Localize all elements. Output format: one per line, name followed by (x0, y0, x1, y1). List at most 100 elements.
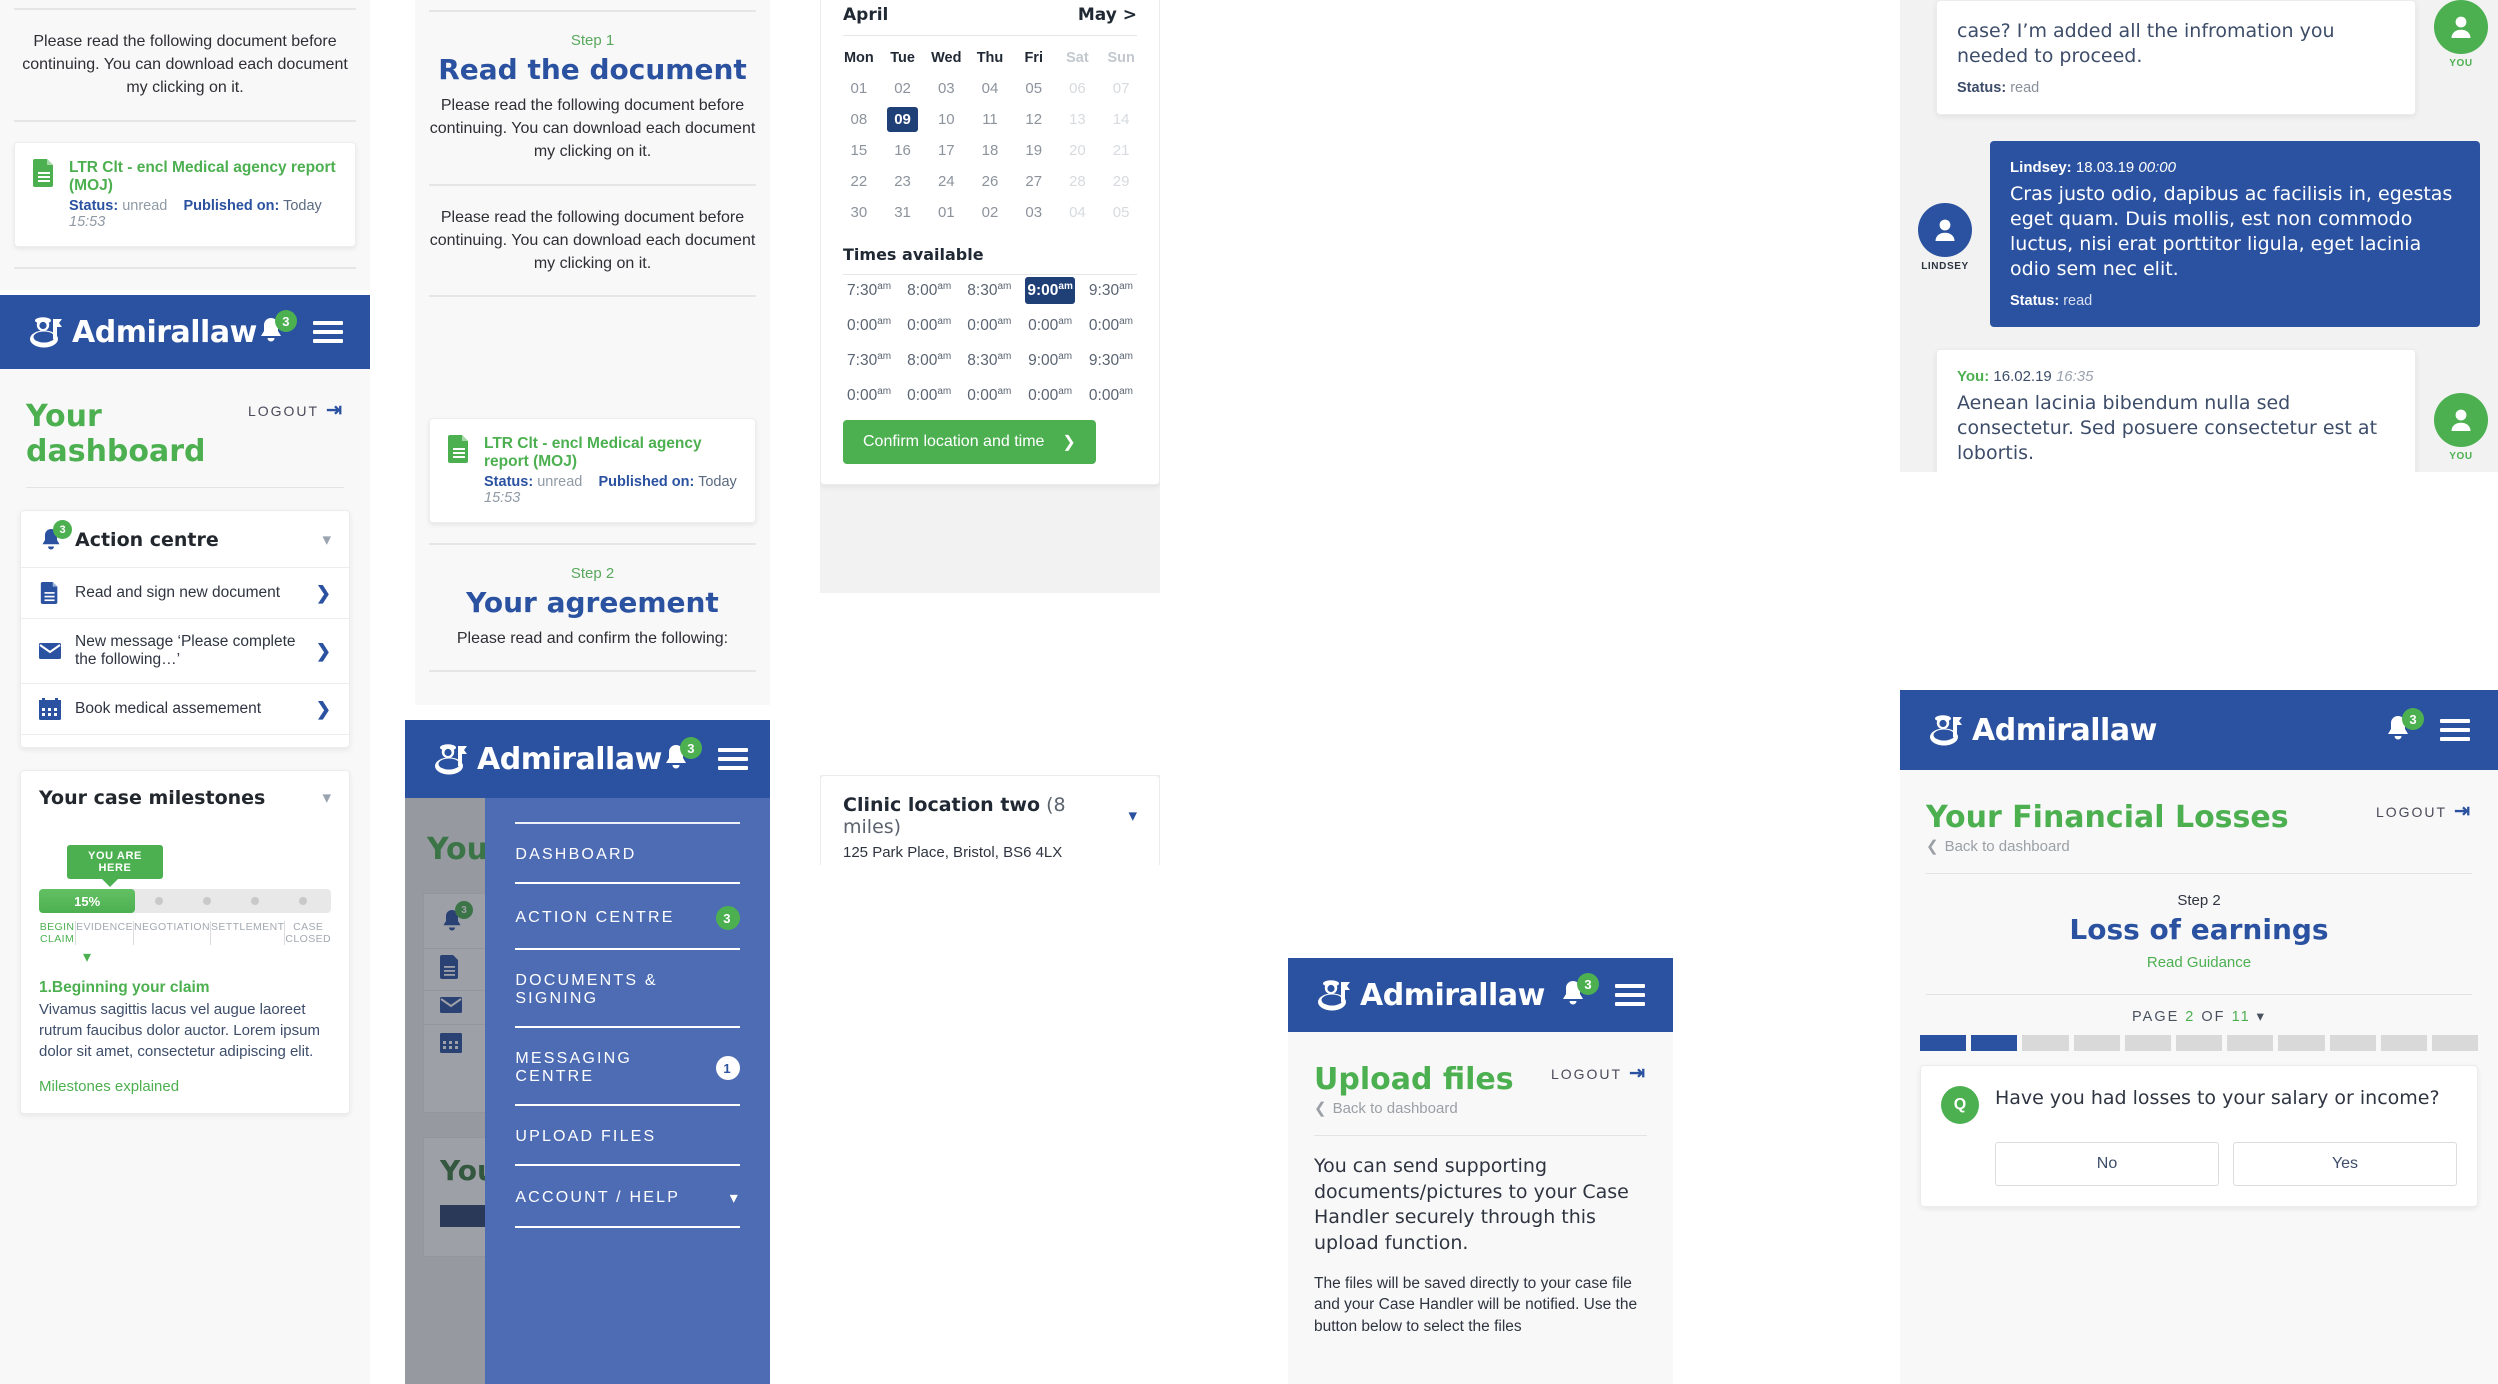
menu-item-upload-files[interactable]: UPLOAD FILES (515, 1106, 740, 1166)
document-card[interactable]: LTR Clt - encl Medical agency report (MO… (429, 418, 756, 523)
stage-label[interactable]: SETTLEMENT (209, 921, 284, 945)
action-item-new-message[interactable]: New message ‘Please complete the followi… (21, 618, 349, 683)
calendar-day[interactable]: 03 (924, 80, 968, 97)
brand-logo[interactable]: Admirallaw (433, 742, 662, 777)
brand-logo[interactable]: Admirallaw (28, 315, 257, 350)
back-to-dashboard-link[interactable]: ❮ Back to dashboard (1288, 1097, 1673, 1118)
brand-logo[interactable]: Admirallaw (1316, 978, 1545, 1013)
answer-no-button[interactable]: No (1995, 1142, 2219, 1186)
navbar-actions: 3 (1559, 973, 1645, 1011)
calendar-day[interactable]: 26 (968, 173, 1012, 190)
time-slot[interactable]: 0:00am (1081, 316, 1141, 335)
calendar-day[interactable]: 03 (1012, 204, 1056, 221)
menu-item-account-help[interactable]: ACCOUNT / HELP ▾ (515, 1166, 740, 1228)
calendar-day[interactable]: 27 (1012, 173, 1056, 190)
time-slot[interactable]: 0:00am (839, 316, 899, 335)
time-slot-meridiem: am (997, 351, 1012, 363)
menu-button[interactable] (1615, 984, 1645, 1006)
stage-label[interactable]: EVIDENCE (75, 921, 133, 945)
calendar-day-selected[interactable]: 09 (886, 107, 919, 132)
menu-item-dashboard[interactable]: DASHBOARD (515, 824, 740, 884)
notifications-button[interactable]: 3 (662, 737, 702, 775)
menu-item-messaging-centre[interactable]: MESSAGING CENTRE 1 (515, 1028, 740, 1106)
calendar-day[interactable]: 02 (881, 80, 925, 97)
page-segment (1971, 1035, 2018, 1051)
read-guidance-link[interactable]: Read Guidance (2147, 954, 2251, 971)
time-slot[interactable]: 0:00am (1019, 386, 1080, 405)
action-item-read-sign[interactable]: Read and sign new document ❯ (21, 567, 349, 618)
logout-button[interactable]: LOGOUT ⇥ (248, 399, 344, 422)
calendar-day[interactable]: 10 (924, 111, 968, 128)
calendar-next-month[interactable]: May > (1078, 5, 1137, 25)
calendar-day[interactable]: 30 (837, 204, 881, 221)
calendar-day[interactable]: 12 (1012, 111, 1056, 128)
menu-item-label: UPLOAD FILES (515, 1128, 657, 1145)
time-slot[interactable]: 7:30am (839, 351, 899, 370)
menu-button[interactable] (717, 748, 748, 770)
calendar-day[interactable]: 02 (968, 204, 1012, 221)
chevron-down-icon[interactable]: ▾ (322, 788, 331, 808)
time-slot[interactable]: 9:00am (1019, 351, 1080, 370)
notifications-button[interactable]: 3 (1559, 973, 1599, 1011)
time-slot[interactable]: 0:00am (959, 386, 1019, 405)
calendar-day[interactable]: 01 (924, 204, 968, 221)
confirm-location-time-button[interactable]: Confirm location and time ❯ (843, 419, 1096, 464)
stage-label[interactable]: CASE CLOSED (284, 921, 331, 945)
calendar-day[interactable]: 17 (924, 142, 968, 159)
answer-yes-button[interactable]: Yes (2233, 1142, 2457, 1186)
time-slot[interactable]: 0:00am (839, 386, 899, 405)
milestones-explained-link[interactable]: Milestones explained (39, 1078, 331, 1095)
stage-label[interactable]: BEGIN CLAIM (39, 921, 75, 945)
message-bubble-them[interactable]: Lindsey: 18.03.19 00:00 Cras justo odio,… (1990, 140, 2480, 327)
calendar-day[interactable]: 31 (881, 204, 925, 221)
pager[interactable]: PAGE 2 OF 11 ▾ (1900, 995, 2498, 1035)
time-slot[interactable]: 8:30am (959, 281, 1019, 300)
time-slot[interactable]: 0:00am (1081, 386, 1141, 405)
menu-button[interactable] (2440, 719, 2470, 741)
time-slot[interactable]: 8:00am (899, 351, 959, 370)
chevron-down-icon[interactable]: ▾ (322, 530, 331, 550)
stage-label[interactable]: NEGOTIATION (133, 921, 210, 945)
calendar-day[interactable]: 11 (968, 111, 1012, 128)
time-slot[interactable]: 9:30am (1081, 351, 1141, 370)
calendar-day[interactable]: 08 (837, 111, 881, 128)
brand-logo[interactable]: Admirallaw (1928, 713, 2157, 748)
time-slot-selected[interactable]: 9:00am (1025, 277, 1075, 305)
calendar-day[interactable]: 18 (968, 142, 1012, 159)
time-slot[interactable]: 9:30am (1081, 281, 1141, 300)
notifications-button[interactable]: 3 (257, 310, 297, 348)
calendar-day[interactable]: 19 (1012, 142, 1056, 159)
message-bubble-you[interactable]: case? I’m added all the infromation you … (1936, 0, 2416, 115)
message-bubble-you[interactable]: You: 16.02.19 16:35 Aenean lacinia biben… (1936, 348, 2416, 472)
notifications-button[interactable]: 3 (2384, 708, 2424, 746)
milestones-header[interactable]: Your case milestones ▾ (21, 771, 349, 823)
time-slot[interactable]: 0:00am (899, 316, 959, 335)
calendar-day[interactable]: 04 (968, 80, 1012, 97)
time-slot[interactable]: 0:00am (1019, 316, 1080, 335)
time-slot[interactable]: 0:00am (899, 386, 959, 405)
calendar-day[interactable]: 24 (924, 173, 968, 190)
back-to-dashboard-link[interactable]: ❮ Back to dashboard (1900, 835, 2498, 856)
calendar-day[interactable]: 23 (881, 173, 925, 190)
time-slot[interactable]: 8:00am (899, 281, 959, 300)
document-card[interactable]: LTR Clt - encl Medical agency report (MO… (14, 141, 356, 247)
calendar-day[interactable]: 05 (1012, 80, 1056, 97)
calendar-day[interactable]: 16 (881, 142, 925, 159)
calendar-day[interactable]: 01 (837, 80, 881, 97)
action-item-book-medical[interactable]: Book medical assemement ❯ (21, 683, 349, 734)
chevron-down-icon[interactable]: ▾ (2257, 1009, 2266, 1025)
menu-item-documents-signing[interactable]: DOCUMENTS & SIGNING (515, 950, 740, 1028)
time-slot[interactable]: 7:30am (839, 281, 899, 300)
step-label: Step 2 (2177, 892, 2221, 909)
logout-button[interactable]: LOGOUT ⇥ (2376, 800, 2472, 823)
menu-item-action-centre[interactable]: ACTION CENTRE 3 (515, 884, 740, 950)
logout-button[interactable]: LOGOUT ⇥ (1551, 1062, 1647, 1085)
time-slot[interactable]: 0:00am (959, 316, 1019, 335)
chevron-down-icon[interactable]: ▾ (1128, 806, 1137, 826)
calendar-day[interactable]: 22 (837, 173, 881, 190)
clinic-location-card[interactable]: Clinic location two (8 miles) ▾ 125 Park… (820, 775, 1160, 865)
action-centre-header[interactable]: 3 Action centre ▾ (21, 511, 349, 567)
time-slot[interactable]: 8:30am (959, 351, 1019, 370)
calendar-day[interactable]: 15 (837, 142, 881, 159)
menu-button[interactable] (312, 321, 343, 343)
